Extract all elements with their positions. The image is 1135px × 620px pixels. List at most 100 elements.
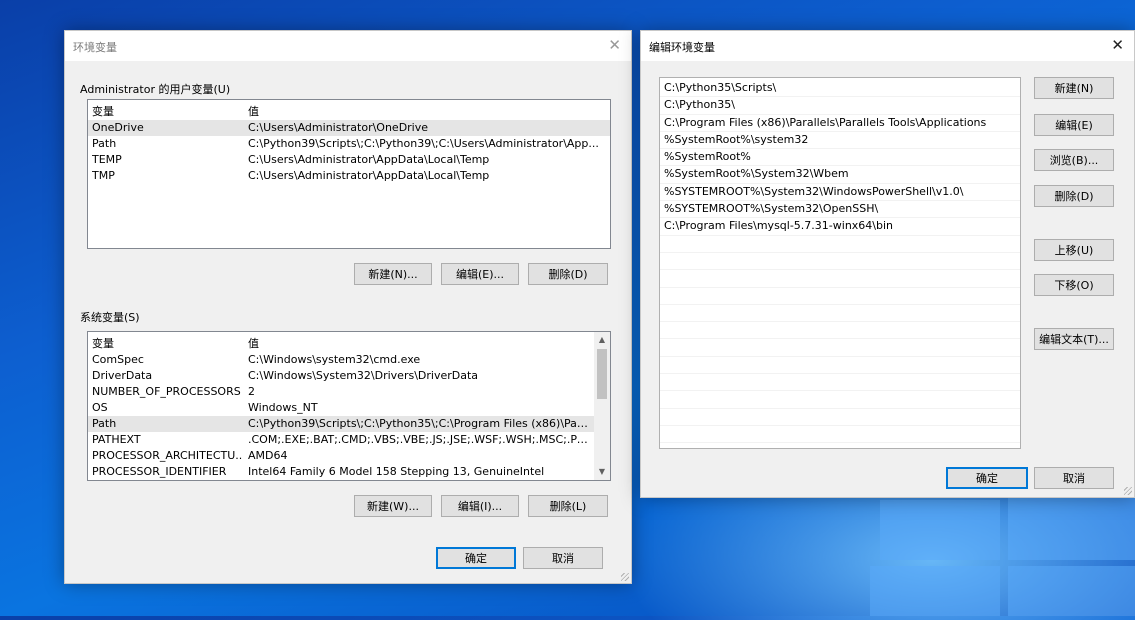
- system-new-button[interactable]: 新建(W)...: [354, 495, 432, 517]
- var-value: C:\Users\Administrator\AppData\Local\Tem…: [248, 169, 490, 182]
- var-value: C:\Users\Administrator\AppData\Local\Tem…: [248, 153, 490, 166]
- list-header: 变量 值: [88, 104, 610, 120]
- var-value: C:\Users\Administrator\OneDrive: [248, 121, 429, 134]
- var-name: PATHEXT: [92, 433, 141, 446]
- ok-button[interactable]: 确定: [946, 467, 1028, 489]
- empty-row[interactable]: [660, 357, 1020, 375]
- var-name: ComSpec: [92, 353, 144, 366]
- windows-logo-pane: [1008, 566, 1135, 616]
- table-row[interactable]: PROCESSOR_ARCHITECTU... AMD64: [88, 448, 594, 464]
- var-name: Path: [92, 417, 117, 430]
- empty-row[interactable]: [660, 288, 1020, 305]
- var-value: .COM;.EXE;.BAT;.CMD;.VBS;.VBE;.JS;.JSE;.…: [248, 433, 590, 446]
- empty-row[interactable]: [660, 374, 1020, 392]
- table-row[interactable]: PROCESSOR_IDENTIFIER Intel64 Family 6 Mo…: [88, 464, 594, 480]
- table-row[interactable]: OS Windows_NT: [88, 400, 594, 416]
- user-delete-button[interactable]: 删除(D): [528, 263, 608, 285]
- list-item[interactable]: %SystemRoot%\System32\Wbem: [660, 166, 1020, 184]
- col-val-header: 值: [248, 337, 259, 350]
- scroll-down-icon[interactable]: ▼: [594, 464, 610, 480]
- system-edit-button[interactable]: 编辑(I)...: [441, 495, 519, 517]
- var-name: TEMP: [92, 153, 122, 166]
- ok-button[interactable]: 确定: [436, 547, 516, 569]
- list-item[interactable]: C:\Program Files\mysql-5.7.31-winx64\bin: [660, 218, 1020, 236]
- windows-logo-pane: [870, 566, 1000, 616]
- table-row[interactable]: TMP C:\Users\Administrator\AppData\Local…: [88, 168, 610, 184]
- list-item[interactable]: %SYSTEMROOT%\System32\OpenSSH\: [660, 201, 1020, 219]
- col-var-header: 变量: [92, 337, 114, 350]
- var-value: Intel64 Family 6 Model 158 Stepping 13, …: [248, 465, 545, 478]
- path-new-button[interactable]: 新建(N): [1034, 77, 1114, 99]
- user-new-button[interactable]: 新建(N)...: [354, 263, 432, 285]
- table-row[interactable]: DriverData C:\Windows\System32\Drivers\D…: [88, 368, 594, 384]
- var-value: 2: [248, 385, 255, 398]
- list-item[interactable]: C:\Python35\Scripts\: [660, 80, 1020, 98]
- scroll-thumb[interactable]: [597, 349, 607, 399]
- var-name: OS: [92, 401, 108, 414]
- var-value: C:\Python39\Scripts\;C:\Python35\;C:\Pro…: [248, 417, 590, 430]
- move-down-button[interactable]: 下移(O): [1034, 274, 1114, 296]
- close-icon[interactable]: ✕: [608, 36, 621, 54]
- empty-row[interactable]: [660, 236, 1020, 253]
- user-edit-button[interactable]: 编辑(E)...: [441, 263, 519, 285]
- cancel-button[interactable]: 取消: [523, 547, 603, 569]
- edit-dialog-titlebar: 编辑环境变量 ✕: [641, 31, 1134, 61]
- windows-logo-pane: [880, 500, 1000, 560]
- var-name: Path: [92, 137, 117, 150]
- edit-text-button[interactable]: 编辑文本(T)...: [1034, 328, 1114, 350]
- var-value: C:\Windows\System32\Drivers\DriverData: [248, 369, 479, 382]
- system-delete-button[interactable]: 删除(L): [528, 495, 608, 517]
- table-row[interactable]: OneDrive C:\Users\Administrator\OneDrive: [88, 120, 610, 136]
- resize-grip-icon[interactable]: [621, 573, 629, 581]
- user-vars-label: Administrator 的用户变量(U): [80, 83, 231, 96]
- var-name: OneDrive: [92, 121, 144, 134]
- var-name: DriverData: [92, 369, 153, 382]
- env-dialog-title: 环境变量: [73, 41, 117, 54]
- var-value: C:\Windows\system32\cmd.exe: [248, 353, 421, 366]
- empty-row[interactable]: [660, 426, 1020, 444]
- user-vars-list[interactable]: 变量 值 OneDrive C:\Users\Administrator\One…: [87, 99, 611, 249]
- empty-row[interactable]: [660, 339, 1020, 357]
- edit-env-variable-dialog: 编辑环境变量 ✕ C:\Python35\Scripts\ C:\Python3…: [640, 30, 1135, 498]
- system-vars-scrollbar[interactable]: ▲ ▼: [594, 332, 610, 480]
- empty-row[interactable]: [660, 305, 1020, 323]
- list-header: 变量 值: [88, 336, 594, 352]
- system-vars-label: 系统变量(S): [80, 311, 140, 324]
- col-var-header: 变量: [92, 105, 114, 118]
- scroll-up-icon[interactable]: ▲: [594, 332, 610, 348]
- path-list[interactable]: C:\Python35\Scripts\ C:\Python35\ C:\Pro…: [659, 77, 1021, 449]
- var-value: AMD64: [248, 449, 288, 462]
- edit-dialog-title: 编辑环境变量: [649, 41, 715, 54]
- path-delete-button[interactable]: 删除(D): [1034, 185, 1114, 207]
- table-row[interactable]: Path C:\Python39\Scripts\;C:\Python35\;C…: [88, 416, 594, 432]
- windows-logo-pane: [1008, 496, 1135, 560]
- table-row[interactable]: ComSpec C:\Windows\system32\cmd.exe: [88, 352, 594, 368]
- list-item[interactable]: %SystemRoot%: [660, 149, 1020, 167]
- var-name: PROCESSOR_ARCHITECTU...: [92, 449, 242, 462]
- empty-row[interactable]: [660, 253, 1020, 271]
- list-item[interactable]: %SystemRoot%\system32: [660, 132, 1020, 150]
- var-name: PROCESSOR_IDENTIFIER: [92, 465, 227, 478]
- empty-row[interactable]: [660, 322, 1020, 340]
- list-item[interactable]: %SYSTEMROOT%\System32\WindowsPowerShell\…: [660, 184, 1020, 202]
- var-value: C:\Python39\Scripts\;C:\Python39\;C:\Use…: [248, 137, 599, 150]
- empty-row[interactable]: [660, 391, 1020, 409]
- cancel-button[interactable]: 取消: [1034, 467, 1114, 489]
- resize-grip-icon[interactable]: [1124, 487, 1132, 495]
- path-edit-button[interactable]: 编辑(E): [1034, 114, 1114, 136]
- table-row[interactable]: PATHEXT .COM;.EXE;.BAT;.CMD;.VBS;.VBE;.J…: [88, 432, 594, 448]
- path-browse-button[interactable]: 浏览(B)...: [1034, 149, 1114, 171]
- env-variables-dialog: 环境变量 ✕ Administrator 的用户变量(U) 变量 值 OneDr…: [64, 30, 632, 584]
- list-item[interactable]: C:\Program Files (x86)\Parallels\Paralle…: [660, 115, 1020, 132]
- empty-row[interactable]: [660, 409, 1020, 426]
- close-icon[interactable]: ✕: [1111, 36, 1124, 54]
- table-row[interactable]: NUMBER_OF_PROCESSORS 2: [88, 384, 594, 400]
- move-up-button[interactable]: 上移(U): [1034, 239, 1114, 261]
- env-dialog-titlebar: 环境变量 ✕: [65, 31, 631, 61]
- table-row[interactable]: Path C:\Python39\Scripts\;C:\Python39\;C…: [88, 136, 610, 152]
- var-name: TMP: [92, 169, 115, 182]
- table-row[interactable]: TEMP C:\Users\Administrator\AppData\Loca…: [88, 152, 610, 168]
- list-item[interactable]: C:\Python35\: [660, 97, 1020, 115]
- empty-row[interactable]: [660, 270, 1020, 288]
- system-vars-list[interactable]: 变量 值 ComSpec C:\Windows\system32\cmd.exe…: [87, 331, 611, 481]
